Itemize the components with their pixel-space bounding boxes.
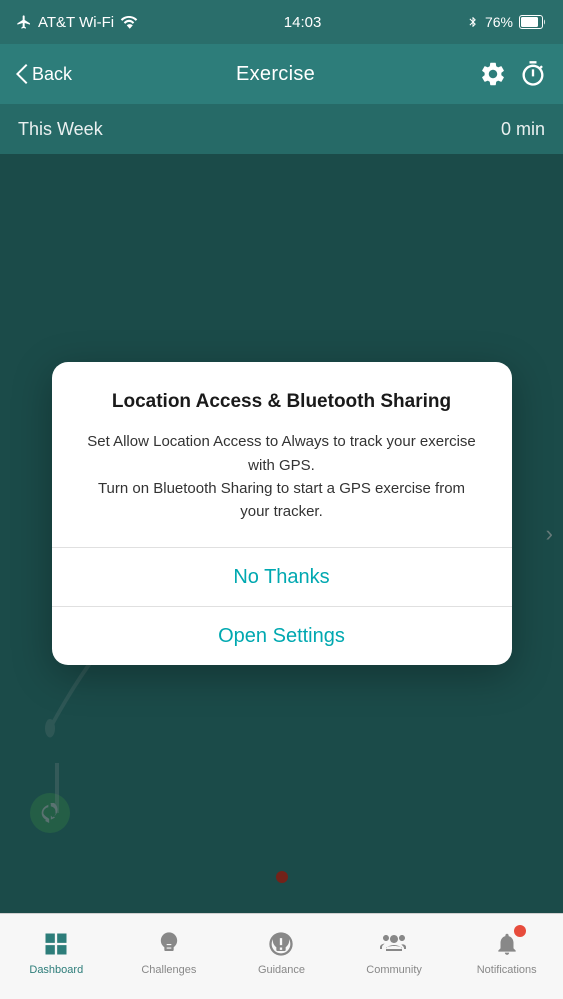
- tab-dashboard[interactable]: Dashboard: [0, 914, 113, 999]
- nav-bar: Back Exercise: [0, 44, 563, 104]
- week-bar: This Week 0 min: [0, 104, 563, 154]
- back-label: Back: [32, 64, 72, 85]
- tab-challenges[interactable]: Challenges: [113, 914, 226, 999]
- battery-percent: 76%: [485, 14, 513, 30]
- tab-notifications[interactable]: Notifications: [450, 914, 563, 999]
- tab-challenges-label: Challenges: [141, 964, 196, 976]
- status-bar: AT&T Wi-Fi 14:03 76%: [0, 0, 563, 44]
- back-button[interactable]: Back: [16, 64, 72, 85]
- airplane-icon: [16, 14, 32, 30]
- tab-guidance-label: Guidance: [258, 964, 305, 976]
- status-bar-right: 76%: [467, 14, 547, 30]
- dashboard-icon: [41, 929, 71, 959]
- nav-title: Exercise: [236, 63, 315, 86]
- timer-icon[interactable]: [519, 60, 547, 88]
- no-thanks-button[interactable]: No Thanks: [52, 548, 512, 606]
- notification-badge: [514, 925, 526, 937]
- tab-bar: Dashboard Challenges Guidance Community: [0, 913, 563, 999]
- week-label: This Week: [18, 119, 103, 140]
- open-settings-button[interactable]: Open Settings: [52, 607, 512, 665]
- tab-guidance[interactable]: Guidance: [225, 914, 338, 999]
- chevron-left-icon: [16, 64, 28, 84]
- guidance-icon: [266, 929, 296, 959]
- status-bar-time: 14:03: [284, 14, 322, 31]
- tab-notifications-label: Notifications: [477, 964, 537, 976]
- main-content: › Location Access & Bluetooth Sharing Se…: [0, 154, 563, 913]
- community-icon: [379, 929, 409, 959]
- tab-community[interactable]: Community: [338, 914, 451, 999]
- notifications-icon-wrapper: [492, 929, 522, 959]
- bluetooth-icon: [467, 14, 479, 30]
- tab-community-label: Community: [366, 964, 422, 976]
- dialog-body: Set Allow Location Access to Always to t…: [82, 430, 482, 523]
- settings-icon[interactable]: [479, 60, 507, 88]
- week-value: 0 min: [501, 119, 545, 140]
- dialog-content: Location Access & Bluetooth Sharing Set …: [52, 362, 512, 548]
- status-bar-left: AT&T Wi-Fi: [16, 14, 138, 31]
- challenges-icon: [154, 929, 184, 959]
- dialog-overlay: Location Access & Bluetooth Sharing Set …: [0, 154, 563, 913]
- battery-icon: [519, 15, 547, 29]
- nav-icons: [479, 60, 547, 88]
- dialog: Location Access & Bluetooth Sharing Set …: [52, 362, 512, 666]
- carrier-label: AT&T Wi-Fi: [38, 14, 114, 31]
- dialog-title: Location Access & Bluetooth Sharing: [82, 390, 482, 415]
- tab-dashboard-label: Dashboard: [29, 964, 83, 976]
- wifi-icon: [120, 15, 138, 29]
